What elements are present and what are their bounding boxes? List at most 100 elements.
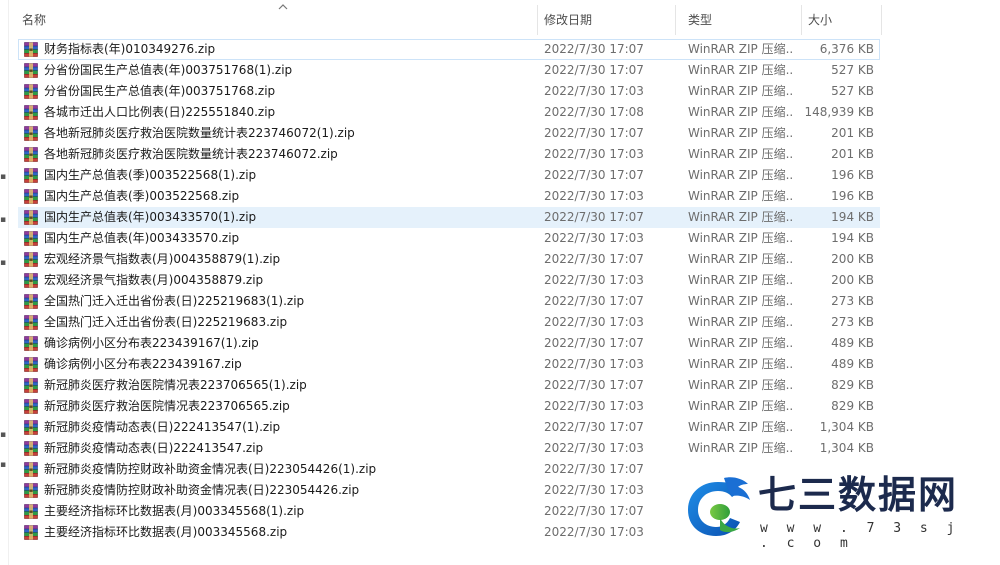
file-modified-date: 2022/7/30 17:03 [544, 147, 644, 161]
winrar-archive-icon [24, 126, 38, 141]
file-row[interactable]: 各地新冠肺炎医疗救治医院数量统计表223746072(1).zip 2022/7… [18, 123, 880, 144]
winrar-archive-icon [24, 462, 38, 477]
file-modified-date: 2022/7/30 17:03 [544, 483, 644, 497]
file-modified-date: 2022/7/30 17:07 [544, 168, 644, 182]
winrar-archive-icon [24, 189, 38, 204]
file-row[interactable]: 分省份国民生产总值表(年)003751768.zip 2022/7/30 17:… [18, 81, 880, 102]
column-header-date[interactable]: 修改日期 [532, 5, 676, 35]
file-name: 各地新冠肺炎医疗救治医院数量统计表223746072.zip [44, 147, 338, 161]
winrar-archive-icon [24, 252, 38, 267]
file-type: WinRAR ZIP 压缩... [688, 84, 792, 98]
file-name: 确诊病例小区分布表223439167(1).zip [44, 336, 259, 350]
file-row[interactable]: 宏观经济景气指数表(月)004358879(1).zip 2022/7/30 1… [18, 249, 880, 270]
file-size: 829 KB [831, 378, 874, 392]
file-type: WinRAR ZIP 压缩... [688, 294, 792, 308]
file-modified-date: 2022/7/30 17:07 [544, 126, 644, 140]
winrar-archive-icon [24, 378, 38, 393]
file-type: WinRAR ZIP 压缩... [688, 399, 792, 413]
file-modified-date: 2022/7/30 17:03 [544, 357, 644, 371]
file-row[interactable]: 国内生产总值表(年)003433570(1).zip 2022/7/30 17:… [18, 207, 880, 228]
file-modified-date: 2022/7/30 17:07 [544, 63, 644, 77]
file-name: 国内生产总值表(年)003433570.zip [44, 231, 240, 245]
file-row[interactable]: 全国热门迁入迁出省份表(日)225219683.zip 2022/7/30 17… [18, 312, 880, 333]
file-name: 各地新冠肺炎医疗救治医院数量统计表223746072(1).zip [44, 126, 355, 140]
file-row[interactable]: 分省份国民生产总值表(年)003751768(1).zip 2022/7/30 … [18, 60, 880, 81]
file-type: WinRAR ZIP 压缩... [688, 252, 792, 266]
file-modified-date: 2022/7/30 17:07 [544, 336, 644, 350]
file-type: WinRAR ZIP 压缩... [688, 231, 792, 245]
winrar-archive-icon [24, 63, 38, 78]
file-name: 国内生产总值表(年)003433570(1).zip [44, 210, 257, 224]
winrar-archive-icon [24, 525, 38, 540]
file-size: 194 KB [831, 231, 874, 245]
left-pane-edge-glyph: ▪ [0, 215, 7, 225]
file-size: 200 KB [831, 273, 874, 287]
file-size: 1,304 KB [819, 441, 874, 455]
file-type: WinRAR ZIP 压缩... [688, 441, 792, 455]
file-row[interactable]: 国内生产总值表(年)003433570.zip 2022/7/30 17:03 … [18, 228, 880, 249]
winrar-archive-icon [24, 420, 38, 435]
file-type: WinRAR ZIP 压缩... [688, 336, 792, 350]
file-type: WinRAR ZIP 压缩... [688, 168, 792, 182]
file-row[interactable]: 国内生产总值表(季)003522568(1).zip 2022/7/30 17:… [18, 165, 880, 186]
file-type: WinRAR ZIP 压缩... [688, 210, 792, 224]
file-row[interactable]: 新冠肺炎疫情动态表(日)222413547(1).zip 2022/7/30 1… [18, 417, 880, 438]
file-row[interactable]: 新冠肺炎疫情动态表(日)222413547.zip 2022/7/30 17:0… [18, 438, 880, 459]
file-row[interactable]: 国内生产总值表(季)003522568.zip 2022/7/30 17:03 … [18, 186, 880, 207]
file-row[interactable]: 确诊病例小区分布表223439167(1).zip 2022/7/30 17:0… [18, 333, 880, 354]
file-size: 829 KB [831, 399, 874, 413]
winrar-archive-icon [24, 357, 38, 372]
file-size: 527 KB [831, 63, 874, 77]
left-pane-edge-glyph: ▪ [0, 258, 7, 268]
file-row[interactable]: 新冠肺炎医疗救治医院情况表223706565.zip 2022/7/30 17:… [18, 396, 880, 417]
file-modified-date: 2022/7/30 17:08 [544, 105, 644, 119]
file-name: 国内生产总值表(季)003522568(1).zip [44, 168, 257, 182]
file-row[interactable]: 全国热门迁入迁出省份表(日)225219683(1).zip 2022/7/30… [18, 291, 880, 312]
file-modified-date: 2022/7/30 17:03 [544, 525, 644, 539]
file-type: WinRAR ZIP 压缩... [688, 189, 792, 203]
left-pane-edge-glyph: ▪ [0, 430, 7, 440]
file-row[interactable]: 宏观经济景气指数表(月)004358879.zip 2022/7/30 17:0… [18, 270, 880, 291]
file-list: 财务指标表(年)010349276.zip 2022/7/30 17:07 Wi… [18, 39, 880, 543]
file-size: 148,939 KB [804, 105, 874, 119]
file-size: 489 KB [831, 357, 874, 371]
column-header-type[interactable]: 类型 [676, 5, 802, 35]
dragon-logo-icon [688, 477, 750, 536]
file-name: 财务指标表(年)010349276.zip [44, 42, 216, 56]
winrar-archive-icon [24, 315, 38, 330]
file-modified-date: 2022/7/30 17:07 [544, 378, 644, 392]
file-name: 新冠肺炎疫情动态表(日)222413547.zip [44, 441, 264, 455]
file-size: 200 KB [831, 252, 874, 266]
winrar-archive-icon [24, 168, 38, 183]
file-modified-date: 2022/7/30 17:07 [544, 462, 644, 476]
file-name: 主要经济指标环比数据表(月)003345568.zip [44, 525, 288, 539]
file-row[interactable]: 各地新冠肺炎医疗救治医院数量统计表223746072.zip 2022/7/30… [18, 144, 880, 165]
file-row[interactable]: 新冠肺炎医疗救治医院情况表223706565(1).zip 2022/7/30 … [18, 375, 880, 396]
column-header-name[interactable]: 名称 [10, 5, 538, 35]
file-modified-date: 2022/7/30 17:03 [544, 315, 644, 329]
file-row[interactable]: 财务指标表(年)010349276.zip 2022/7/30 17:07 Wi… [18, 39, 880, 60]
file-modified-date: 2022/7/30 17:07 [544, 294, 644, 308]
file-name: 全国热门迁入迁出省份表(日)225219683.zip [44, 315, 288, 329]
file-size: 273 KB [831, 294, 874, 308]
column-header-size[interactable]: 大小 [796, 5, 882, 35]
file-name: 新冠肺炎疫情防控财政补助资金情况表(日)223054426(1).zip [44, 462, 377, 476]
file-name: 分省份国民生产总值表(年)003751768.zip [44, 84, 276, 98]
file-modified-date: 2022/7/30 17:07 [544, 252, 644, 266]
file-name: 确诊病例小区分布表223439167.zip [44, 357, 242, 371]
file-modified-date: 2022/7/30 17:07 [544, 504, 644, 518]
left-pane-edge: ▪ ▪ ▪ ▪ ▪ [0, 0, 9, 565]
file-name: 新冠肺炎医疗救治医院情况表223706565(1).zip [44, 378, 307, 392]
file-row[interactable]: 确诊病例小区分布表223439167.zip 2022/7/30 17:03 W… [18, 354, 880, 375]
file-size: 489 KB [831, 336, 874, 350]
file-row[interactable]: 各城市迁出人口比例表(日)225551840.zip 2022/7/30 17:… [18, 102, 880, 123]
file-type: WinRAR ZIP 压缩... [688, 42, 792, 56]
file-size: 194 KB [831, 210, 874, 224]
file-name: 国内生产总值表(季)003522568.zip [44, 189, 240, 203]
winrar-archive-icon [24, 504, 38, 519]
site-logo: 七三数据网 w w w . 7 3 s j . c o m [684, 472, 974, 551]
file-name: 新冠肺炎疫情动态表(日)222413547(1).zip [44, 420, 281, 434]
file-modified-date: 2022/7/30 17:03 [544, 84, 644, 98]
winrar-archive-icon [24, 441, 38, 456]
file-size: 201 KB [831, 147, 874, 161]
